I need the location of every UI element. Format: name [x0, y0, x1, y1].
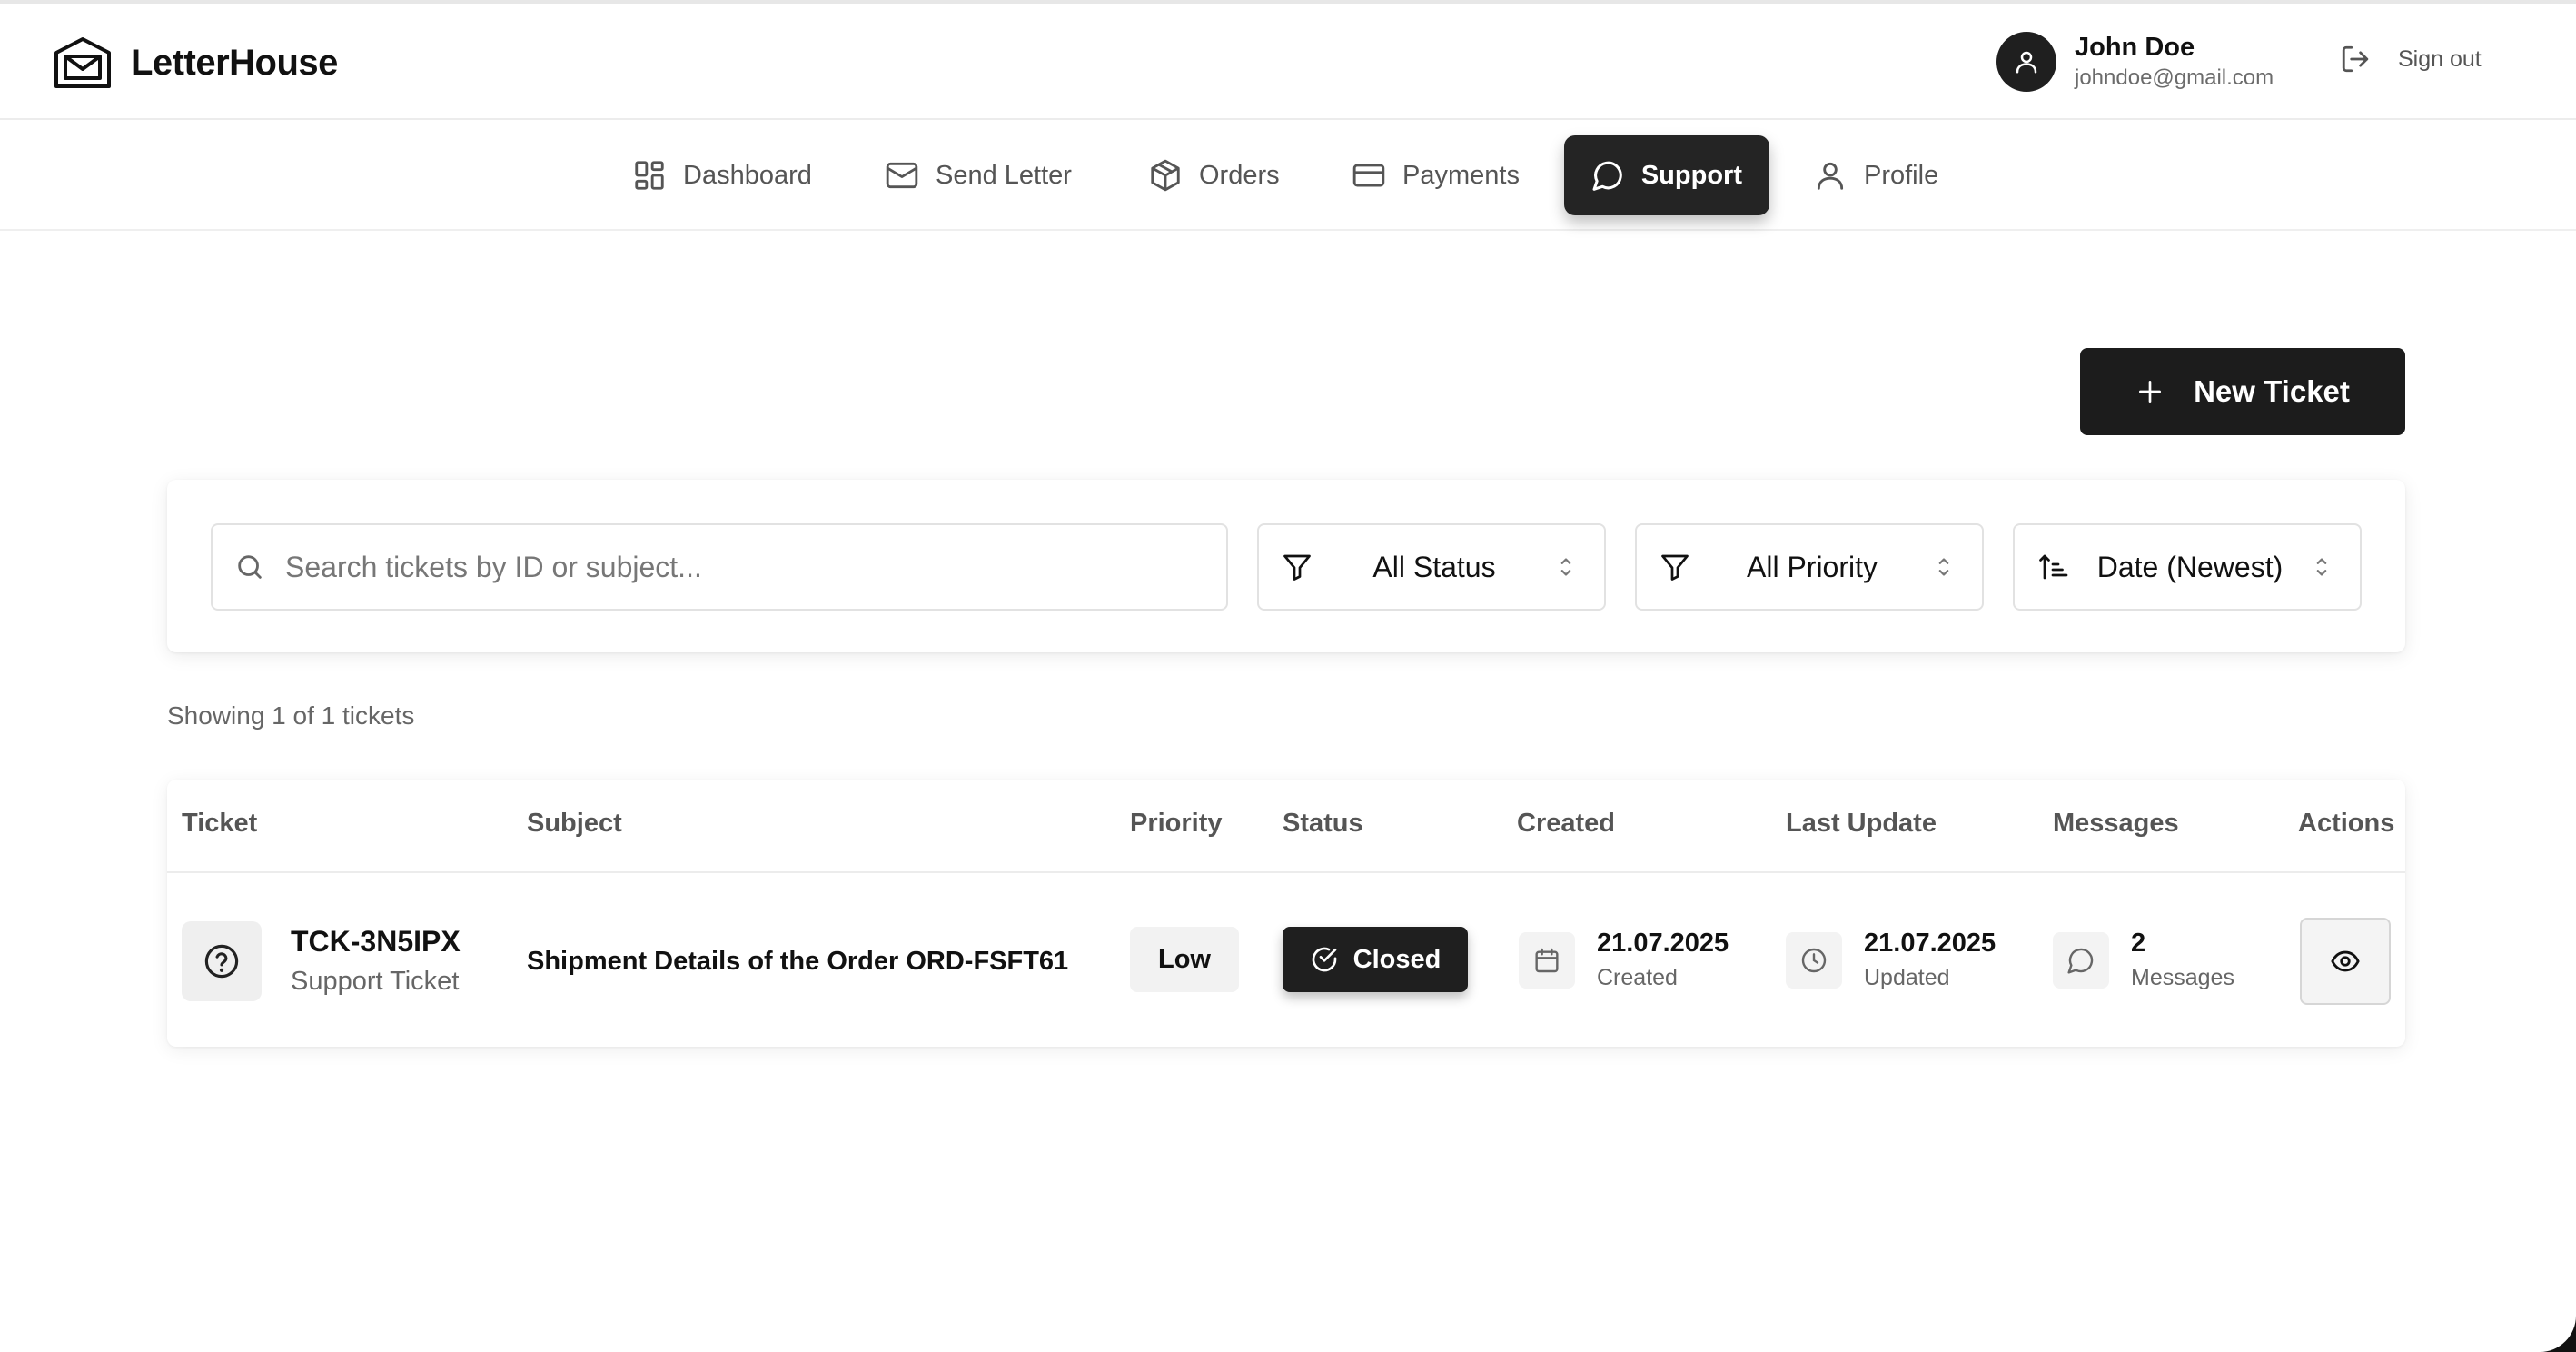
tickets-table: Ticket Subject Priority Status Created L… — [167, 780, 2405, 1047]
logo-house-mail-icon — [54, 37, 111, 88]
column-header-priority[interactable]: Priority — [1130, 809, 1223, 839]
ticket-id: TCK-3N5IPX — [291, 925, 461, 958]
created-date-label: Created — [1597, 965, 1678, 990]
sign-out-button[interactable]: Sign out — [2340, 44, 2482, 75]
sign-out-label: Sign out — [2398, 45, 2482, 72]
help-circle-icon — [204, 944, 239, 979]
plus-icon — [2139, 381, 2162, 403]
user-menu[interactable]: John Doe johndoe@gmail.com — [1996, 31, 2274, 93]
card-icon — [1352, 164, 1385, 187]
window-corner — [2540, 1316, 2576, 1352]
filter-icon — [1661, 554, 1689, 581]
tab-support-label: Support — [1640, 160, 1742, 190]
new-ticket-button[interactable]: New Ticket — [2080, 348, 2405, 435]
tab-dashboard-label: Dashboard — [683, 160, 812, 190]
ticket-type-badge — [182, 921, 262, 1001]
status-filter-select[interactable]: All Status — [1257, 523, 1606, 611]
tab-support[interactable]: Support — [1564, 135, 1769, 215]
column-header-actions: Actions — [2298, 809, 2395, 838]
sort-value: Date (Newest) — [2096, 550, 2284, 583]
column-header-last-update[interactable]: Last Update — [1786, 809, 1937, 839]
tab-payments-label: Payments — [1402, 160, 1520, 190]
chat-icon — [2067, 948, 2094, 974]
priority-filter-value: All Priority — [1746, 550, 1878, 583]
filter-bar: All Status All Priority Date (Newest) — [167, 480, 2405, 652]
sort-select[interactable]: Date (Newest) — [2013, 523, 2362, 611]
message-count: 2 — [2131, 929, 2146, 958]
column-header-messages[interactable]: Messages — [2053, 809, 2179, 839]
tab-send-letter[interactable]: Send Letter — [857, 135, 1099, 215]
sort-ascending-icon — [2039, 554, 2068, 580]
tab-profile-label: Profile — [1864, 160, 1939, 190]
view-ticket-button[interactable] — [2300, 918, 2391, 1005]
status-filter-value: All Status — [1372, 550, 1496, 583]
chat-icon — [1592, 161, 1622, 191]
main-nav: Dashboard Send Letter Orders Payments Su… — [0, 122, 2576, 231]
mail-icon — [886, 162, 918, 189]
created-date-badge — [1519, 932, 1575, 989]
box-icon — [1151, 159, 1180, 192]
search-box[interactable] — [211, 523, 1228, 611]
search-icon — [238, 555, 262, 579]
log-out-icon — [2342, 45, 2369, 73]
tab-profile[interactable]: Profile — [1786, 135, 1966, 215]
results-count: Showing 1 of 1 tickets — [167, 701, 415, 730]
column-header-created[interactable]: Created — [1517, 809, 1615, 839]
column-header-status[interactable]: Status — [1283, 809, 1363, 839]
chevrons-up-down-icon — [1938, 558, 1949, 576]
calendar-icon — [1535, 948, 1559, 973]
app-logo[interactable]: LetterHouse — [53, 36, 338, 89]
column-header-subject[interactable]: Subject — [527, 809, 622, 839]
check-circle-icon — [1312, 947, 1336, 972]
avatar[interactable] — [1996, 32, 2056, 92]
app-header: LetterHouse John Doe johndoe@gmail.com S… — [0, 4, 2576, 120]
updated-date-badge — [1786, 932, 1842, 989]
user-email: johndoe@gmail.com — [2075, 65, 2274, 90]
ticket-type: Support Ticket — [291, 967, 460, 996]
tab-orders[interactable]: Orders — [1121, 135, 1307, 215]
clock-icon — [1801, 948, 1827, 973]
updated-date-label: Updated — [1864, 965, 1950, 990]
user-icon — [2016, 51, 2037, 74]
search-input[interactable] — [285, 550, 1194, 584]
tab-orders-label: Orders — [1199, 160, 1280, 190]
new-ticket-label: New Ticket — [2194, 374, 2350, 408]
priority-badge: Low — [1130, 927, 1239, 992]
filter-icon — [1283, 554, 1311, 581]
created-date: 21.07.2025 — [1597, 929, 1729, 958]
app-name: LetterHouse — [131, 42, 338, 83]
chevrons-up-down-icon — [1560, 558, 1571, 576]
message-count-label: Messages — [2131, 965, 2234, 990]
dashboard-icon — [635, 161, 664, 190]
ticket-subject: Shipment Details of the Order ORD-FSFT61 — [527, 947, 1069, 976]
tab-dashboard[interactable]: Dashboard — [605, 135, 839, 215]
tab-payments[interactable]: Payments — [1324, 135, 1547, 215]
status-label: Closed — [1352, 944, 1442, 974]
table-header-divider — [167, 871, 2405, 873]
priority-filter-select[interactable]: All Priority — [1635, 523, 1984, 611]
user-name: John Doe — [2075, 33, 2195, 62]
chevrons-up-down-icon — [2316, 558, 2327, 576]
tab-send-letter-label: Send Letter — [936, 160, 1072, 190]
status-badge: Closed — [1283, 927, 1468, 992]
user-icon — [1817, 162, 1844, 190]
column-header-ticket[interactable]: Ticket — [182, 809, 257, 839]
updated-date: 21.07.2025 — [1864, 929, 1996, 958]
messages-badge — [2053, 932, 2109, 989]
eye-icon — [2331, 950, 2360, 972]
